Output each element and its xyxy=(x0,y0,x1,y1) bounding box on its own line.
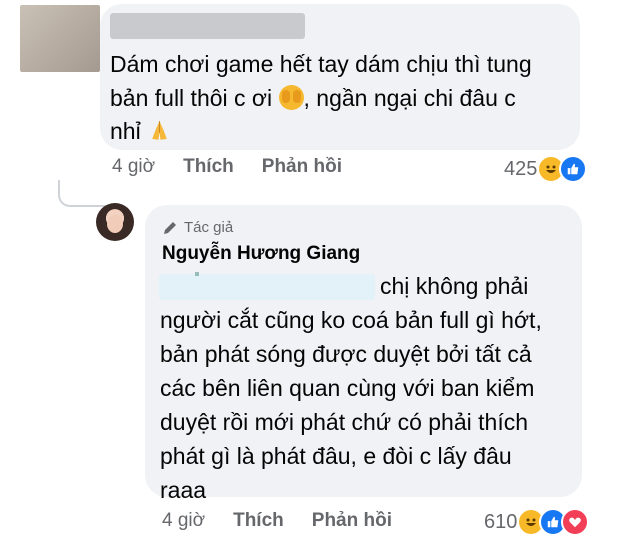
comment-line-3: nhỉ xyxy=(110,118,148,144)
like-button[interactable]: Thích xyxy=(183,156,234,178)
comment-time[interactable]: 4 giờ xyxy=(112,156,155,178)
love-icon xyxy=(561,508,590,536)
author-avatar[interactable] xyxy=(96,203,134,241)
comment-bubble: Dám chơi game hết tay dám chịu thì tung … xyxy=(100,4,580,150)
reply-meta-row: 4 giờ Thích Phản hồi xyxy=(162,510,420,532)
reaction-count: 425 xyxy=(504,157,538,180)
author-badge: Tác giả xyxy=(162,219,233,236)
reply-like-button[interactable]: Thích xyxy=(233,510,284,532)
reply-reaction-summary[interactable]: 610 xyxy=(484,508,590,536)
comment-line-1: Dám chơi game hết tay dám chịu thì tung xyxy=(110,51,532,77)
comment-line-2b: , ngần ngại chi đâu c xyxy=(303,84,516,111)
shocked-face-emoji-icon xyxy=(278,84,304,110)
reply-reply-button[interactable]: Phản hồi xyxy=(312,510,392,532)
author-badge-label: Tác giả xyxy=(184,219,234,236)
author-name[interactable]: Nguyễn Hương Giang xyxy=(162,243,360,265)
comment-meta-row: 4 giờ Thích Phản hồi xyxy=(112,156,370,178)
reaction-summary[interactable]: 425 xyxy=(504,155,588,183)
folded-hands-emoji-icon xyxy=(147,118,172,143)
reply-reaction-count: 610 xyxy=(484,510,518,533)
comment-text: Dám chơi game hết tay dám chịu thì tung … xyxy=(110,48,570,149)
commenter-name-blurred[interactable] xyxy=(110,13,305,39)
comment-line-2a: bản full thôi c ơi xyxy=(110,84,279,111)
pencil-icon xyxy=(164,221,176,234)
reply-bubble: Tác giả Nguyễn Hương Giang chị không phả… xyxy=(145,205,582,503)
commenter-avatar-blurred[interactable] xyxy=(20,5,100,72)
like-icon xyxy=(559,155,588,183)
reply-text: chị không phải người cắt cũng ko coá bản… xyxy=(160,273,542,503)
reply-time[interactable]: 4 giờ xyxy=(162,510,205,532)
reply-button[interactable]: Phản hồi xyxy=(262,156,342,178)
